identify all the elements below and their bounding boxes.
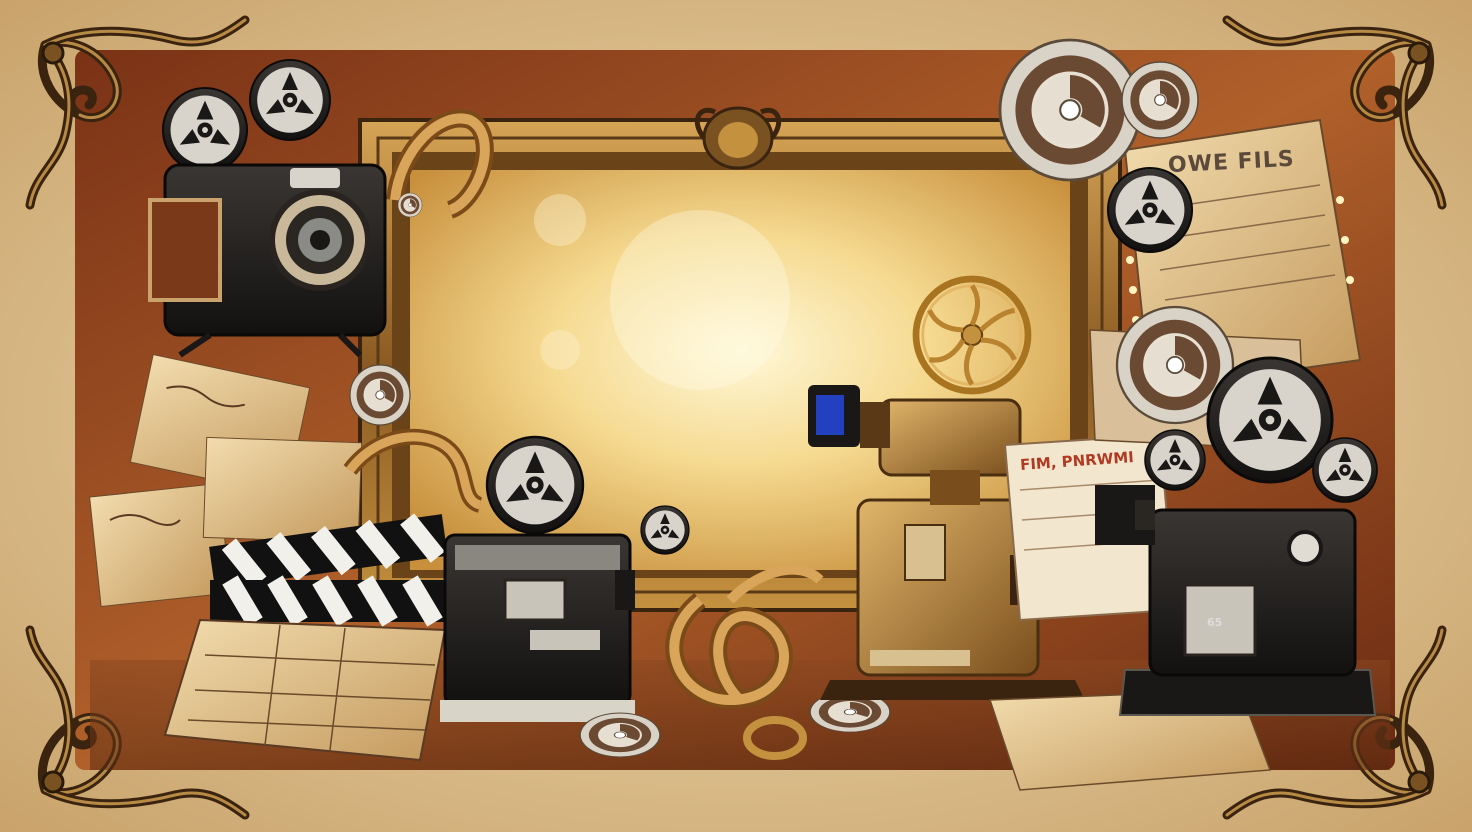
- vintage-cinema-illustration: [0, 0, 1472, 832]
- film-reel-icon: [350, 365, 410, 425]
- film-reel-icon: [1108, 168, 1192, 252]
- film-reel-icon: [1122, 62, 1198, 138]
- film-reel-icon: [580, 713, 660, 757]
- film-reel-icon: [1000, 40, 1140, 180]
